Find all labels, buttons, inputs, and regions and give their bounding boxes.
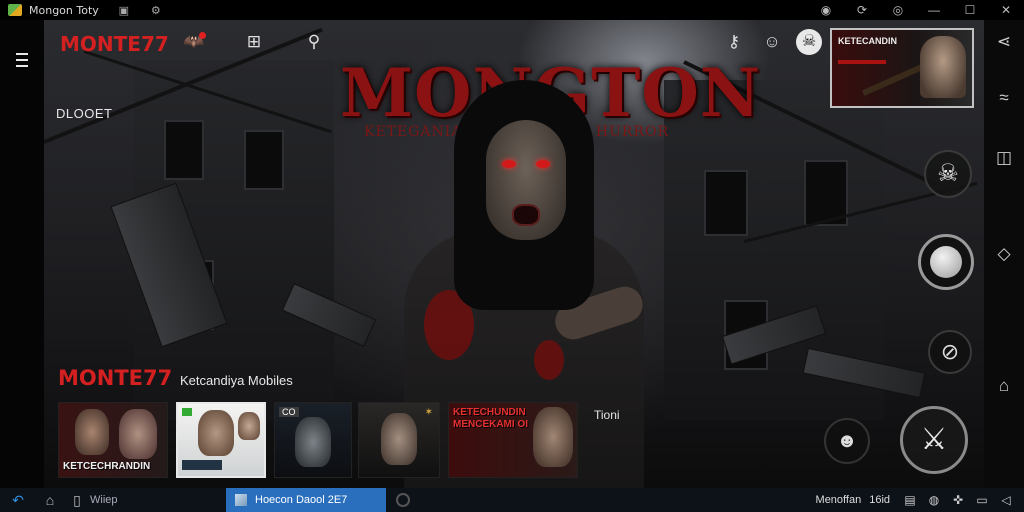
chat-icon[interactable]: ☺ [760,30,784,54]
promo-text: KETECANDIN [838,36,898,46]
sync-icon[interactable]: ⟳ [844,3,880,17]
carousel-thumb[interactable]: KETCECHRANDIN [58,402,168,478]
network-icon[interactable]: ◍ [922,493,946,507]
attack-button[interactable]: ⚔ [900,406,968,474]
taskbar-window-label: Hoecon Daool 2E7 [255,494,348,506]
left-toolbar [0,20,44,488]
mask-ability-button[interactable]: ☻ [824,418,870,464]
bat-icon[interactable]: 🦇 [182,30,206,54]
emulator-sidebar: ⋖ ≈ ◫ ◇ ⌂ [984,20,1024,488]
taskbar-active-window[interactable]: Hoecon Daool 2E7 [226,488,386,512]
keyboard-icon[interactable]: ▤ [898,493,922,507]
system-tray: Menoffan 16id ▤ ◍ ✜ ▭ ◁ [816,488,1018,512]
thumb-caption: KETCECHRANDIN [63,461,151,472]
window-title: Mongon Toty [29,3,99,17]
notification-dot [199,32,206,39]
window-icon[interactable]: ◫ [984,148,1024,168]
back-icon[interactable]: ↶ [2,492,34,509]
thumb-caption: KETECHUNDIN MENCEKAMI OI [453,407,528,430]
promo-portrait [920,36,966,98]
home-icon[interactable]: ⌂ [984,376,1024,396]
promo-card[interactable]: KETECANDIN [830,28,974,108]
carousel-more-label[interactable]: Tioni [594,408,620,422]
hamburger-menu-icon[interactable] [16,53,28,67]
record-icon[interactable]: ◉ [808,3,844,17]
shake-icon[interactable]: ≈ [984,88,1024,108]
skill-skull-button[interactable]: ☠ [924,150,972,198]
settings-icon[interactable]: ⚙ [149,4,163,17]
home-icon[interactable]: ⌂ [34,492,66,508]
volume-icon[interactable]: ◁ [994,493,1018,507]
joystick-button[interactable] [918,234,974,290]
game-viewport[interactable]: MONGTON KETEGANIAN MMENGANIA HURROR MONT… [44,20,984,488]
taskbar-circle-icon[interactable] [396,493,410,507]
carousel-title: Ketcandiya Mobiles [180,373,293,388]
screen-icon[interactable]: ▣ [117,4,131,17]
inventory-icon[interactable]: ⊞ [242,30,266,54]
location-icon[interactable]: ◎ [880,3,916,17]
skull-icon[interactable]: ☠ [796,29,822,55]
close-button[interactable]: ✕ [988,3,1024,17]
titlebar-controls: ◉ ⟳ ◎ — ☐ ✕ [808,0,1024,20]
game-logo: MONTE77 [60,32,169,56]
taskbar: ↶ ⌂ ▯ Wiiep Hoecon Daool 2E7 Menoffan 16… [0,488,1024,512]
carousel-thumb[interactable]: ✶ [358,402,440,478]
thumb-tag: CO [279,407,299,417]
window-titlebar: Mongon Toty ▣ ⚙ ◉ ⟳ ◎ — ☐ ✕ [0,0,1024,20]
section-label: DLOOET [56,106,113,121]
window-app-icon [235,494,247,506]
rotate-icon[interactable]: ◇ [984,244,1024,264]
maximize-button[interactable]: ☐ [952,3,988,17]
carousel-logo: MONTE77 [58,366,173,390]
share-icon[interactable]: ⋖ [984,32,1024,52]
recent-apps-icon[interactable]: ▯ [66,492,88,509]
minimize-button[interactable]: — [916,3,952,17]
aim-crosshair-button[interactable]: ⊘ [928,330,972,374]
location-pin-icon[interactable]: ⚲ [302,30,326,54]
key-icon[interactable]: ⚷ [722,30,746,54]
gamepad-icon[interactable]: ✜ [946,493,970,507]
app-logo [8,4,22,16]
taskbar-clock: Menoffan [815,494,862,506]
carousel-thumb[interactable]: CO [274,402,352,478]
carousel-thumb-selected[interactable] [176,402,266,478]
carousel-thumb[interactable]: KETECHUNDIN MENCEKAMI OI [448,402,578,478]
taskbar-search-label[interactable]: Wiiep [90,494,118,506]
taskbar-date: 16id [869,494,890,506]
battery-icon[interactable]: ▭ [970,493,994,507]
